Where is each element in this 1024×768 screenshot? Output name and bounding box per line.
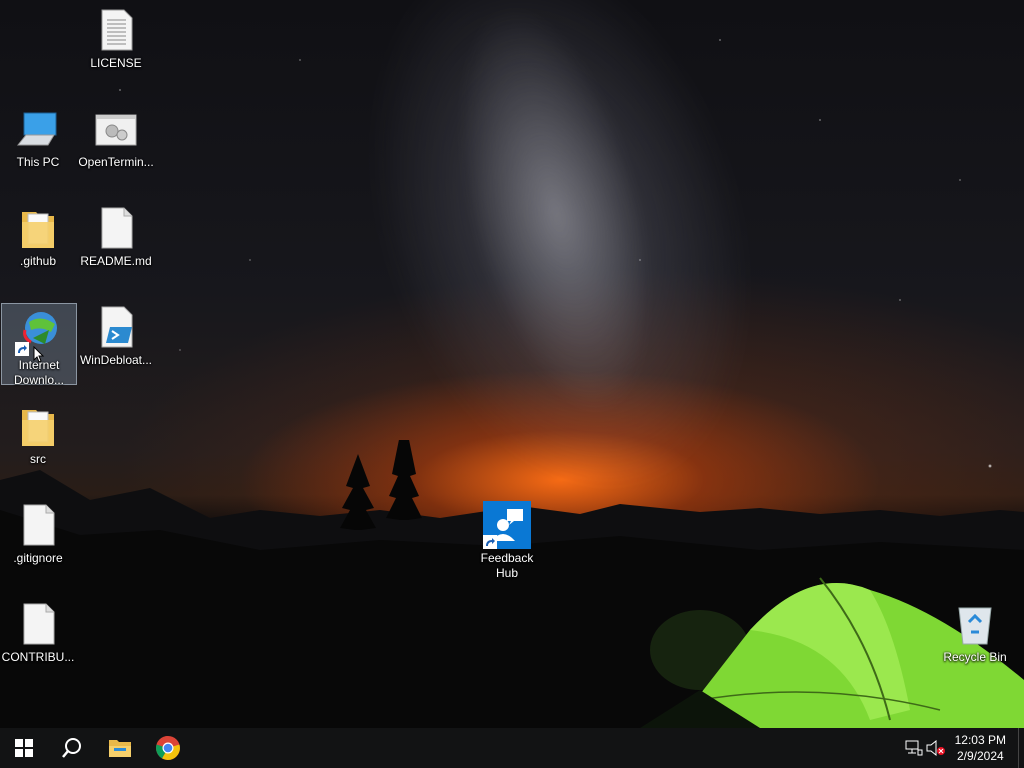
icon-label: Recycle Bin [943, 650, 1007, 664]
icon-label: Feedback Hub [480, 551, 534, 580]
desktop-icon-readme[interactable]: README.md [78, 200, 154, 282]
text-file-icon [92, 6, 140, 54]
blank-file-icon [14, 600, 62, 648]
folder-icon [14, 402, 62, 450]
mouse-cursor-icon [33, 346, 45, 363]
internet-download-manager-icon [15, 308, 63, 363]
search-button[interactable] [48, 728, 96, 768]
icon-label: src [30, 452, 46, 466]
powershell-script-icon [92, 303, 140, 351]
desktop-icon-github[interactable]: .github [0, 200, 76, 282]
network-button[interactable] [903, 728, 925, 768]
icon-label: WinDebloat... [79, 353, 153, 367]
desktop-icon-this-pc[interactable]: This PC [0, 101, 76, 183]
feedback-hub-icon [483, 501, 531, 549]
chrome-button[interactable] [144, 728, 192, 768]
desktop-icon-license[interactable]: LICENSE [78, 2, 154, 84]
desktop-icon-gitignore[interactable]: .gitignore [0, 497, 76, 579]
desktop-icon-contributing[interactable]: CONTRIBU... [0, 596, 76, 678]
desktop-icon-feedback-hub[interactable]: Feedback Hub [469, 497, 545, 580]
start-button[interactable] [0, 728, 48, 768]
desktop-icon-idm[interactable]: Internet Downlo... [1, 303, 77, 387]
shortcut-arrow-icon [15, 342, 29, 356]
show-desktop-button[interactable] [1018, 728, 1024, 768]
taskbar: 12:03 PM 2/9/2024 [0, 728, 1024, 768]
windows-logo-icon [15, 739, 33, 757]
desktop-icon-recycle-bin[interactable]: Recycle Bin [937, 596, 1013, 678]
settings-file-icon [92, 105, 140, 153]
icon-label: README.md [80, 254, 152, 268]
chrome-icon [156, 736, 180, 760]
desktop-icon-windebloat[interactable]: WinDebloat... [78, 299, 154, 381]
system-tray: 12:03 PM 2/9/2024 [903, 728, 1024, 768]
file-explorer-button[interactable] [96, 728, 144, 768]
recycle-bin-icon [951, 600, 999, 648]
blank-file-icon [14, 501, 62, 549]
icon-label: This PC [16, 155, 60, 169]
shortcut-arrow-icon [483, 535, 497, 549]
folder-icon [14, 204, 62, 252]
icon-label: .gitignore [13, 551, 63, 565]
clock-date: 2/9/2024 [956, 749, 1004, 763]
taskbar-clock[interactable]: 12:03 PM 2/9/2024 [947, 732, 1018, 764]
volume-button[interactable] [925, 728, 947, 768]
folder-icon [109, 740, 131, 757]
clock-time: 12:03 PM [954, 733, 1006, 747]
desktop-icon-src[interactable]: src [0, 398, 76, 480]
network-icon [905, 740, 923, 756]
icon-label: .github [19, 254, 57, 268]
computer-icon [14, 105, 62, 153]
search-icon [62, 738, 81, 758]
volume-muted-icon [926, 740, 945, 756]
desktop-icon-openterminal[interactable]: OpenTermin... [78, 101, 154, 183]
blank-file-icon [92, 204, 140, 252]
icon-label: OpenTermin... [78, 155, 154, 169]
icon-label: CONTRIBU... [1, 650, 75, 664]
icon-label: LICENSE [90, 56, 142, 70]
